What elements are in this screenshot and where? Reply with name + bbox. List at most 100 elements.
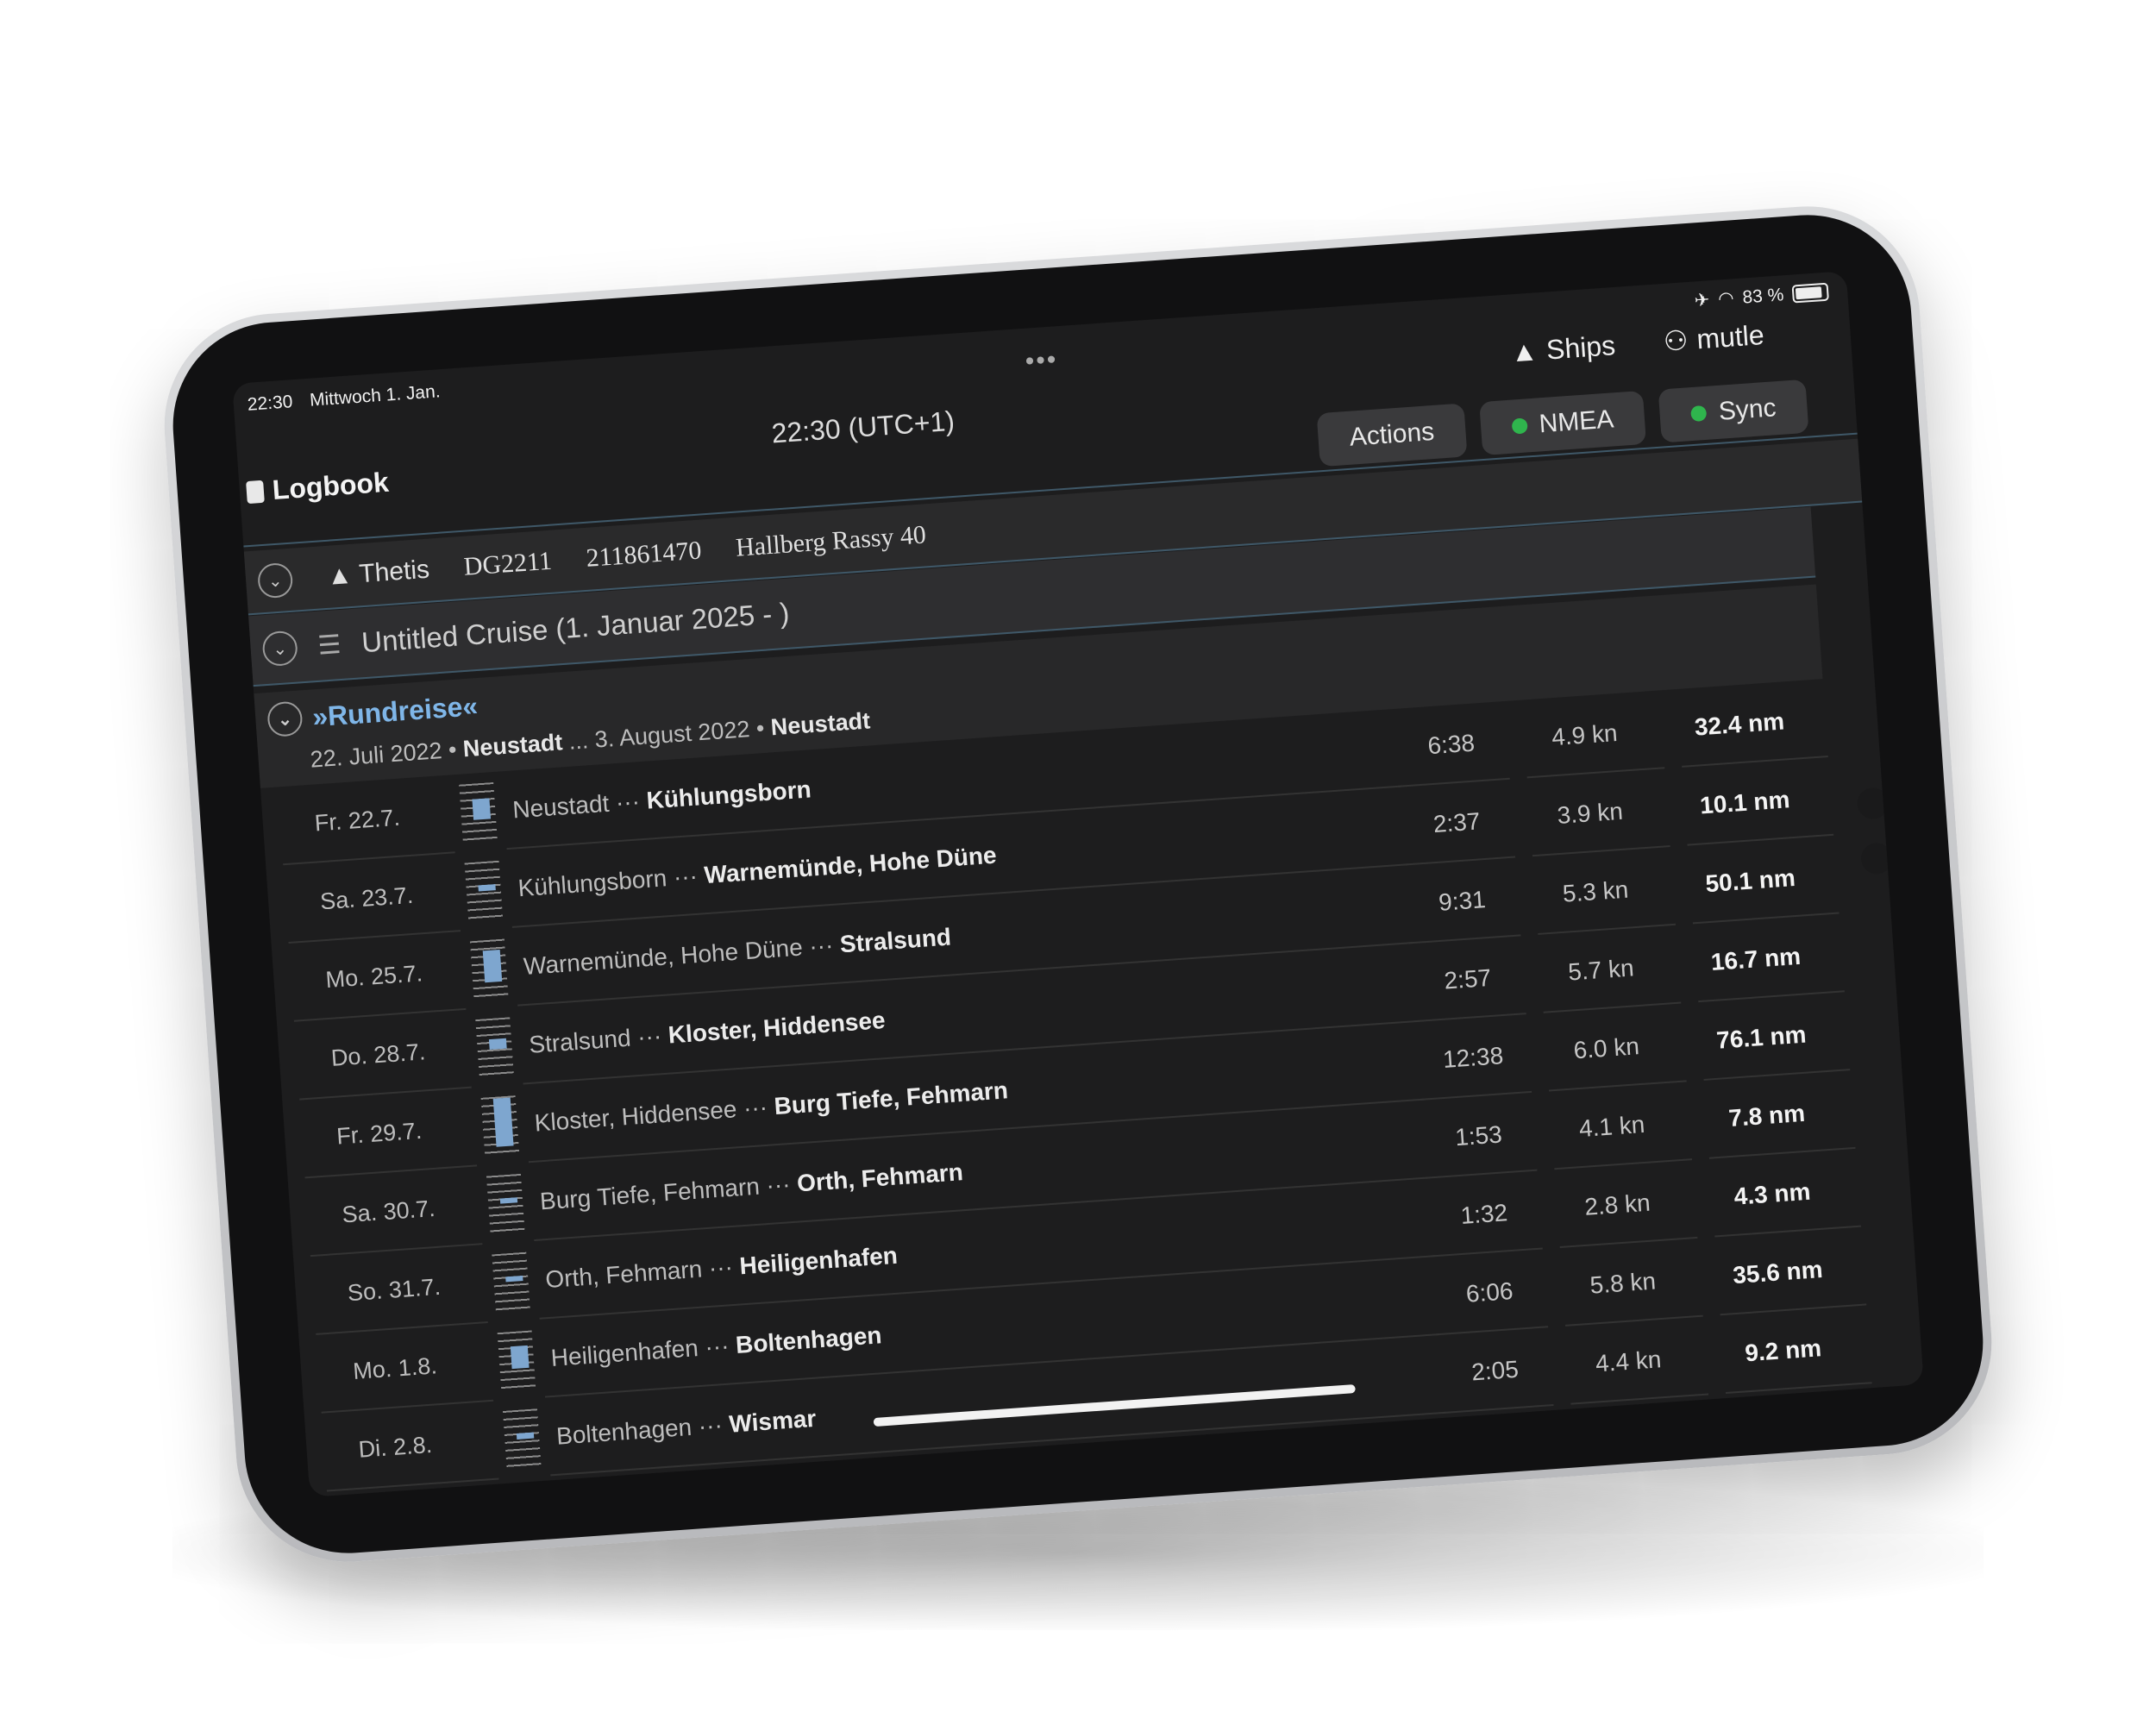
- leg-from: Stralsund: [528, 1024, 632, 1058]
- leg-to: Burg Tiefe, Fehmarn: [773, 1076, 1009, 1120]
- trip-title: »Rundreise«: [311, 689, 479, 732]
- leg-distance: 21.1 nm: [1742, 1412, 1835, 1446]
- leg-route: Warnemünde, Hohe Düne ··· Stralsund: [523, 923, 952, 981]
- leg-route: Wismar ··· Neustadt: [561, 1486, 785, 1497]
- leg-duration-bar: [482, 949, 503, 982]
- leg-date: Mo. 25.7.: [324, 960, 423, 994]
- app-screen: 22:30 Mittwoch 1. Jan. ••• ✈ ◠ 83 % ▲ Sh…: [232, 271, 1924, 1497]
- app-title-label: Logbook: [271, 466, 390, 506]
- timeline-ticks: [502, 1408, 542, 1471]
- ship-callsign: DG2211: [462, 546, 553, 581]
- ship-mmsi: 211861470: [585, 536, 703, 573]
- cruise-title: Untitled Cruise (1. Januar 2025 - ): [360, 596, 791, 659]
- trip-range-separator: ...: [567, 727, 590, 755]
- leg-to: Orth, Fehmarn: [796, 1158, 964, 1197]
- sync-button[interactable]: Sync: [1658, 379, 1809, 443]
- timeline-ticks: [464, 860, 504, 924]
- logbook-icon: [246, 480, 265, 504]
- leg-from: Burg Tiefe, Fehmarn: [539, 1172, 761, 1215]
- leg-from: Kloster, Hiddensee: [533, 1095, 738, 1137]
- leg-to: Neustadt: [680, 1486, 786, 1497]
- airplane-mode-icon: ✈: [1693, 290, 1711, 311]
- battery-percent: 83 %: [1741, 284, 1785, 308]
- leg-duration: 2:37: [1432, 807, 1482, 838]
- leg-from: Boltenhagen: [555, 1413, 693, 1450]
- leg-from: Orth, Fehmarn: [544, 1255, 704, 1294]
- ships-label: Ships: [1545, 329, 1617, 366]
- leg-date: Fr. 29.7.: [335, 1117, 423, 1150]
- route-separator: ···: [649, 1493, 675, 1496]
- leg-to: Boltenhagen: [735, 1321, 883, 1358]
- chevron-down-icon[interactable]: ⌄: [266, 700, 304, 738]
- leg-speed: 4.9 kn: [1551, 718, 1619, 751]
- leg-duration-bar: [478, 883, 496, 892]
- route-separator: ···: [614, 787, 641, 817]
- leg-speed: 6.0 kn: [1572, 1032, 1640, 1064]
- ships-link[interactable]: ▲ Ships: [1509, 329, 1616, 368]
- leg-duration-bar: [510, 1345, 530, 1370]
- leg-from: Kühlungsborn: [517, 864, 668, 902]
- app-title[interactable]: Logbook: [246, 467, 390, 508]
- leg-from: Wismar: [561, 1496, 644, 1497]
- leg-speed: 5.7 kn: [1567, 954, 1635, 986]
- leg-duration: 12:38: [1442, 1042, 1505, 1073]
- leg-duration-bar: [472, 798, 492, 820]
- user-link[interactable]: ⚇ mutle: [1663, 318, 1765, 358]
- leg-distance: 16.7 nm: [1709, 942, 1802, 975]
- timeline-ticks: [508, 1487, 548, 1497]
- side-dot[interactable]: [1859, 842, 1894, 875]
- sailboat-icon: ▲: [1509, 334, 1539, 367]
- leg-distance: 7.8 nm: [1727, 1099, 1806, 1132]
- leg-speed: 4.4 kn: [1595, 1346, 1663, 1377]
- side-dot[interactable]: [1856, 787, 1890, 820]
- chevron-down-icon[interactable]: ⌄: [261, 630, 299, 668]
- ship-model: Hallberg Rassy 40: [735, 520, 927, 562]
- timeline-ticks: [486, 1173, 525, 1237]
- route-separator: ···: [765, 1170, 792, 1200]
- list-icon: ☰: [317, 630, 342, 661]
- leg-date: Do. 28.7.: [329, 1038, 427, 1071]
- leg-to: Kühlungsborn: [645, 775, 812, 814]
- leg-to: Warnemünde, Hohe Düne: [703, 841, 998, 889]
- leg-distance: 35.6 nm: [1732, 1255, 1824, 1289]
- leg-date: So. 31.7.: [346, 1273, 442, 1307]
- person-icon: ⚇: [1662, 324, 1689, 358]
- leg-duration-bar: [516, 1432, 535, 1440]
- leg-route: Orth, Fehmarn ··· Heiligenhafen: [544, 1242, 898, 1294]
- leg-speed: 2.8 kn: [1583, 1189, 1651, 1220]
- leg-route: Kloster, Hiddensee ··· Burg Tiefe, Fehma…: [534, 1076, 1009, 1137]
- sync-status-dot-icon: [1690, 405, 1708, 423]
- nmea-label: NMEA: [1538, 405, 1615, 439]
- leg-to: Kloster, Hiddensee: [667, 1007, 887, 1049]
- trip-end-port: Neustadt: [769, 707, 872, 741]
- leg-duration-bar: [488, 1038, 507, 1051]
- leg-speed: 4.1 kn: [1577, 1110, 1646, 1143]
- leg-speed: 5.3 kn: [1561, 875, 1630, 907]
- nmea-button[interactable]: NMEA: [1478, 390, 1647, 456]
- status-left: 22:30 Mittwoch 1. Jan.: [247, 380, 453, 416]
- route-separator: ···: [742, 1093, 769, 1122]
- route-separator: ···: [808, 932, 835, 960]
- status-right: ✈ ◠ 83 %: [1694, 281, 1829, 312]
- trip-start-date: 22. Juli 2022: [309, 737, 443, 773]
- chevron-down-icon[interactable]: ⌄: [256, 561, 294, 599]
- trip-start-port: Neustadt: [461, 729, 564, 762]
- leg-route: Burg Tiefe, Fehmarn ··· Orth, Fehmarn: [539, 1158, 964, 1215]
- leg-date: Fr. 22.7.: [313, 804, 401, 837]
- leg-speed: 5.8 kn: [1589, 1267, 1657, 1299]
- tablet-bezel: 22:30 Mittwoch 1. Jan. ••• ✈ ◠ 83 % ▲ Sh…: [166, 208, 1990, 1560]
- route-separator: ···: [672, 862, 699, 891]
- leg-speed: 3.9 kn: [1556, 797, 1624, 830]
- leg-distance: 76.1 nm: [1715, 1020, 1808, 1054]
- leg-duration: 6:06: [1464, 1277, 1514, 1308]
- leg-speed: 4.2 kn: [1600, 1423, 1668, 1456]
- actions-label: Actions: [1348, 417, 1436, 452]
- trip-title-group: ⌄ »Rundreise«: [266, 688, 479, 738]
- leg-duration: 6:38: [1426, 729, 1476, 760]
- sailboat-icon: ▲: [325, 560, 354, 591]
- actions-button[interactable]: Actions: [1316, 403, 1468, 467]
- leg-duration: 2:57: [1443, 963, 1493, 994]
- leg-date: Sa. 23.7.: [319, 881, 415, 915]
- leg-from: Heiligenhafen: [549, 1334, 699, 1371]
- battery-icon: [1791, 282, 1829, 304]
